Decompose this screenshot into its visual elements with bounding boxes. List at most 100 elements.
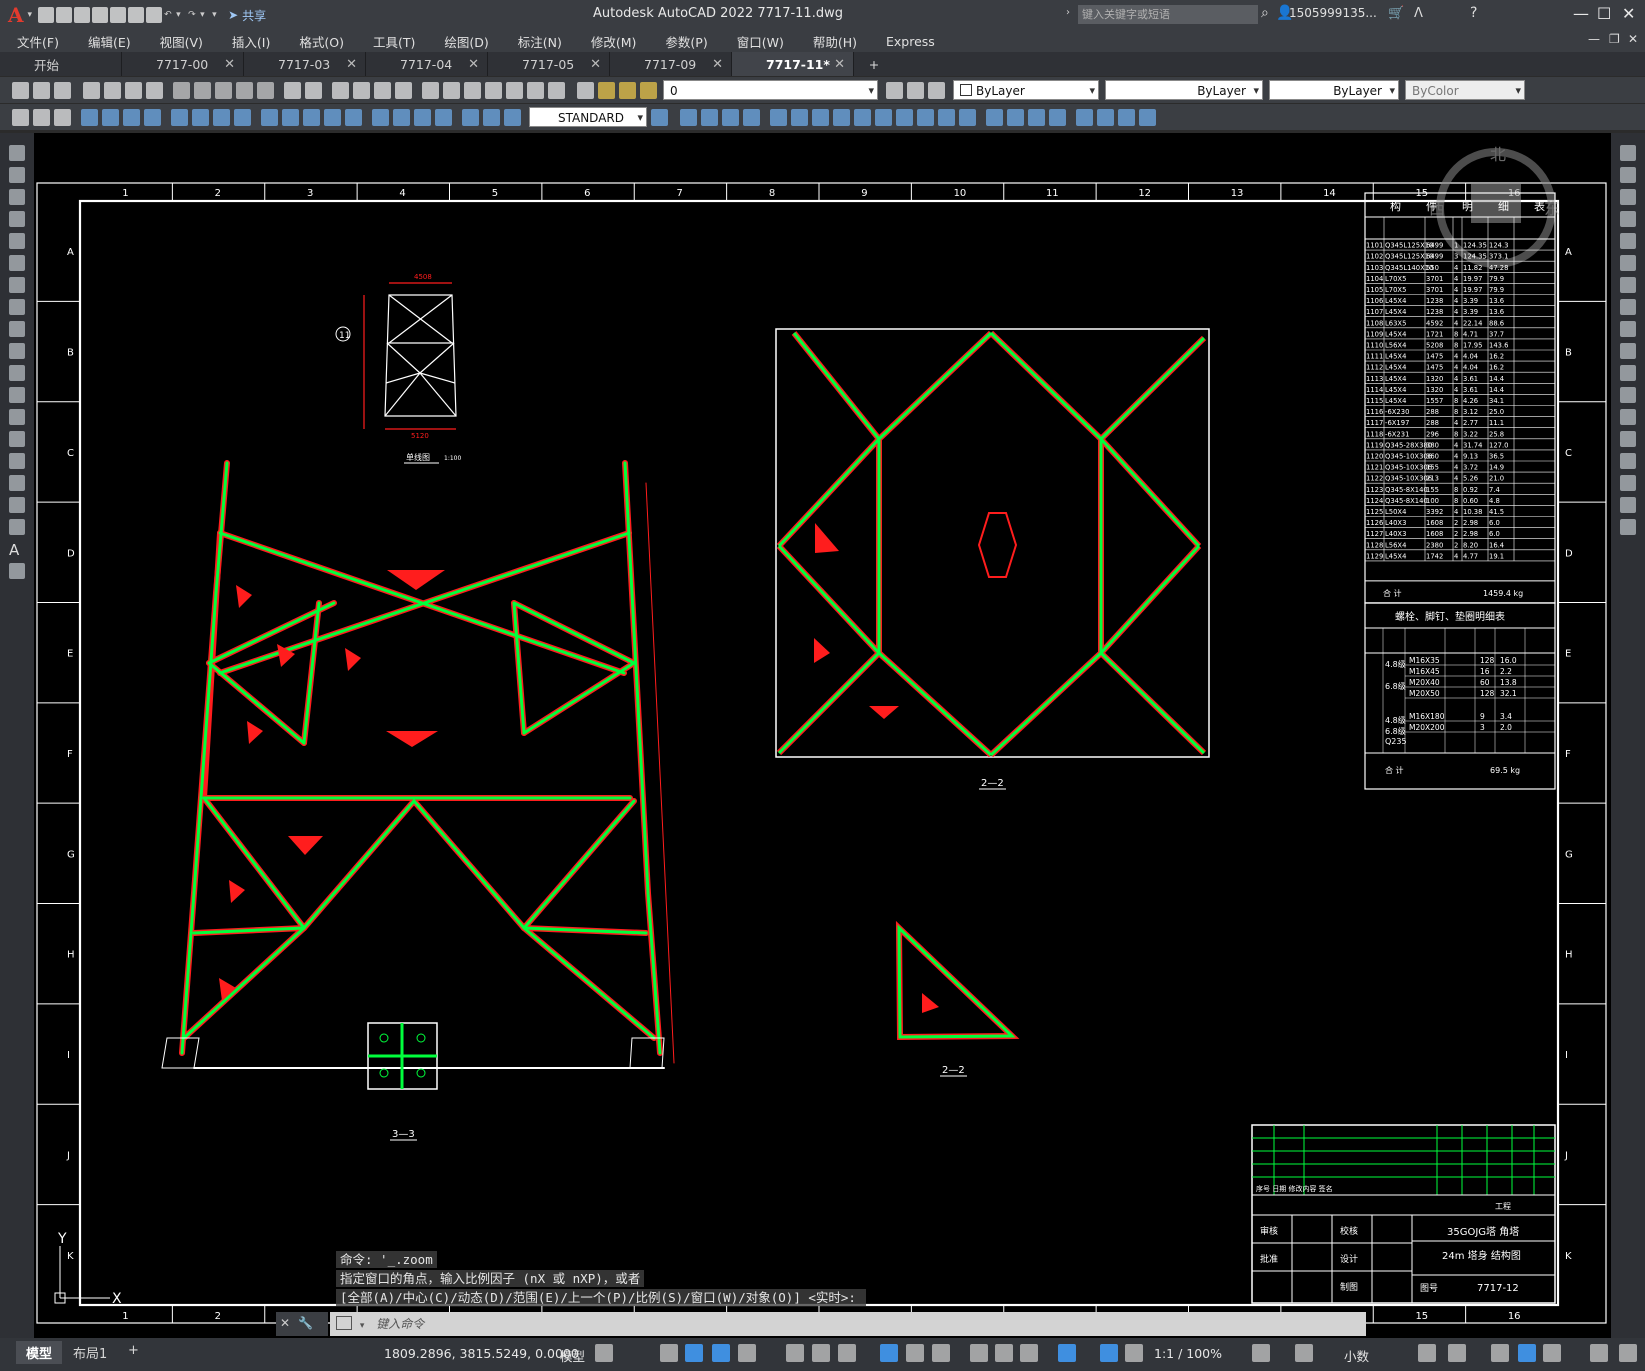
markup-icon[interactable] — [506, 81, 523, 99]
ucs-view-icon[interactable] — [875, 108, 892, 126]
menu-file[interactable]: 文件(F) — [0, 32, 71, 51]
ucs-world-icon[interactable] — [791, 108, 808, 126]
inspection-icon[interactable] — [414, 108, 431, 126]
ellipse-arc-icon[interactable] — [9, 365, 25, 381]
continuous-orbit-icon[interactable] — [722, 108, 739, 126]
save-icon[interactable] — [74, 7, 91, 23]
new-tab-button[interactable]: + — [854, 52, 894, 76]
trim-icon[interactable] — [1620, 343, 1636, 359]
block-editor-icon[interactable] — [257, 81, 274, 99]
spline-icon[interactable] — [9, 321, 25, 337]
menu-tools[interactable]: 工具(T) — [356, 32, 427, 51]
design-center-icon[interactable] — [443, 81, 460, 99]
undo-dropdown-icon[interactable]: ▾ — [176, 10, 186, 20]
object-snap-icon[interactable] — [838, 1344, 856, 1362]
make-current-layer-icon[interactable] — [886, 81, 903, 99]
cart-icon[interactable]: 🛒 — [1388, 6, 1404, 21]
full-screen-icon[interactable] — [1590, 1344, 1608, 1362]
workspace-gear-icon[interactable] — [1252, 1344, 1270, 1362]
model-space-button[interactable]: 模型 — [560, 1346, 585, 1365]
polyline-icon[interactable] — [9, 189, 25, 205]
polygon-icon[interactable] — [9, 211, 25, 227]
chamfer-icon[interactable] — [1620, 453, 1636, 469]
linetype-dropdown[interactable]: ByLayer — [1105, 80, 1263, 101]
zoom-realtime-icon[interactable] — [353, 81, 370, 99]
layer-dropdown[interactable]: 0 — [663, 80, 878, 101]
tab-start[interactable]: 开始 — [0, 52, 122, 76]
3d-orbit-icon[interactable] — [680, 108, 697, 126]
tab-7717-03[interactable]: 7717-03 ✕ — [244, 52, 366, 76]
snap-icon[interactable] — [660, 1344, 678, 1362]
ucs-object-icon[interactable] — [854, 108, 871, 126]
color-dropdown[interactable]: ByLayer — [953, 80, 1099, 101]
lineweight-icon[interactable] — [880, 1344, 898, 1362]
layer-on-icon[interactable] — [598, 81, 615, 99]
zoom-window-icon[interactable] — [374, 81, 391, 99]
print-icon[interactable] — [83, 81, 100, 99]
new-icon[interactable] — [38, 7, 55, 23]
dynamic-ucs-icon[interactable] — [995, 1344, 1013, 1362]
baseline-dimension-icon[interactable] — [282, 108, 299, 126]
explode-icon[interactable] — [1620, 519, 1636, 535]
array-icon[interactable] — [1620, 233, 1636, 249]
rotate-icon[interactable] — [1620, 277, 1636, 293]
linear-dimension-icon[interactable] — [81, 108, 98, 126]
ucs-face-icon[interactable] — [833, 108, 850, 126]
point-icon[interactable] — [9, 431, 25, 447]
plotstyle-dropdown[interactable]: ByColor — [1405, 80, 1525, 101]
mirror-icon[interactable] — [1620, 189, 1636, 205]
save-as-icon[interactable] — [92, 7, 109, 23]
angular-dimension-icon[interactable] — [234, 108, 251, 126]
ucs-3point-icon[interactable] — [938, 108, 955, 126]
isodraft-icon[interactable] — [786, 1344, 804, 1362]
zoom-previous-icon[interactable] — [395, 81, 412, 99]
tab-close-icon[interactable]: ✕ — [224, 57, 235, 72]
tab-7717-05[interactable]: 7717-05 ✕ — [488, 52, 610, 76]
menu-parametric[interactable]: 参数(P) — [648, 32, 719, 51]
menu-insert[interactable]: 插入(I) — [215, 32, 282, 51]
gizmo-icon[interactable] — [1058, 1344, 1076, 1362]
jogged-dimension-icon[interactable] — [192, 108, 209, 126]
tab-7717-11[interactable]: 7717-11* ✕ — [732, 52, 854, 76]
doc-minimize-button[interactable]: — — [1588, 32, 1600, 46]
viewcube-east[interactable]: 东 — [1544, 199, 1560, 218]
quick-dimension-icon[interactable] — [261, 108, 278, 126]
menu-window[interactable]: 窗口(W) — [720, 32, 796, 51]
markup-set-icon[interactable] — [12, 108, 29, 126]
autodesk-account-icon[interactable]: Ʌ — [1414, 6, 1423, 21]
model-space-canvas[interactable]: 1122334455667788991010111112121313141415… — [34, 133, 1611, 1338]
add-selected-icon[interactable] — [9, 563, 25, 579]
layer-previous-icon[interactable] — [907, 81, 924, 99]
properties-icon[interactable] — [422, 81, 439, 99]
transparency-icon[interactable] — [906, 1344, 924, 1362]
external-reference-icon[interactable] — [33, 108, 50, 126]
dimension-break-icon[interactable] — [345, 108, 362, 126]
revolve-icon[interactable] — [1049, 108, 1066, 126]
make-block-icon[interactable] — [9, 409, 25, 425]
table-icon[interactable] — [9, 519, 25, 535]
undo-toolbar-icon[interactable] — [284, 81, 301, 99]
user-name[interactable]: 1505999135... — [1289, 6, 1377, 20]
region-icon[interactable] — [9, 497, 25, 513]
intersect-icon[interactable] — [1139, 108, 1156, 126]
move-icon[interactable] — [1620, 255, 1636, 271]
aligned-dimension-icon[interactable] — [102, 108, 119, 126]
polar-icon[interactable] — [738, 1344, 756, 1362]
continue-dimension-icon[interactable] — [303, 108, 320, 126]
adjust-distance-icon[interactable] — [743, 108, 760, 126]
dimension-edit-icon[interactable] — [462, 108, 479, 126]
customize-command-icon[interactable]: 🔧 — [298, 1316, 313, 1330]
ucs-origin-icon[interactable] — [896, 108, 913, 126]
fillet-icon[interactable] — [1620, 475, 1636, 491]
center-mark-icon[interactable] — [393, 108, 410, 126]
diameter-dimension-icon[interactable] — [213, 108, 230, 126]
gradient-icon[interactable] — [9, 475, 25, 491]
menu-express[interactable]: Express — [869, 34, 947, 49]
search-expand-icon[interactable]: › — [1066, 7, 1070, 18]
break-at-point-icon[interactable] — [1620, 387, 1636, 403]
app-menu-chevron-icon[interactable]: ▾ — [28, 10, 33, 20]
help-icon[interactable]: ? — [1470, 5, 1477, 21]
search-input[interactable]: 键入关键字或短语 — [1078, 5, 1258, 24]
tab-model[interactable]: 模型 — [16, 1341, 63, 1364]
copy-object-icon[interactable] — [1620, 167, 1636, 183]
